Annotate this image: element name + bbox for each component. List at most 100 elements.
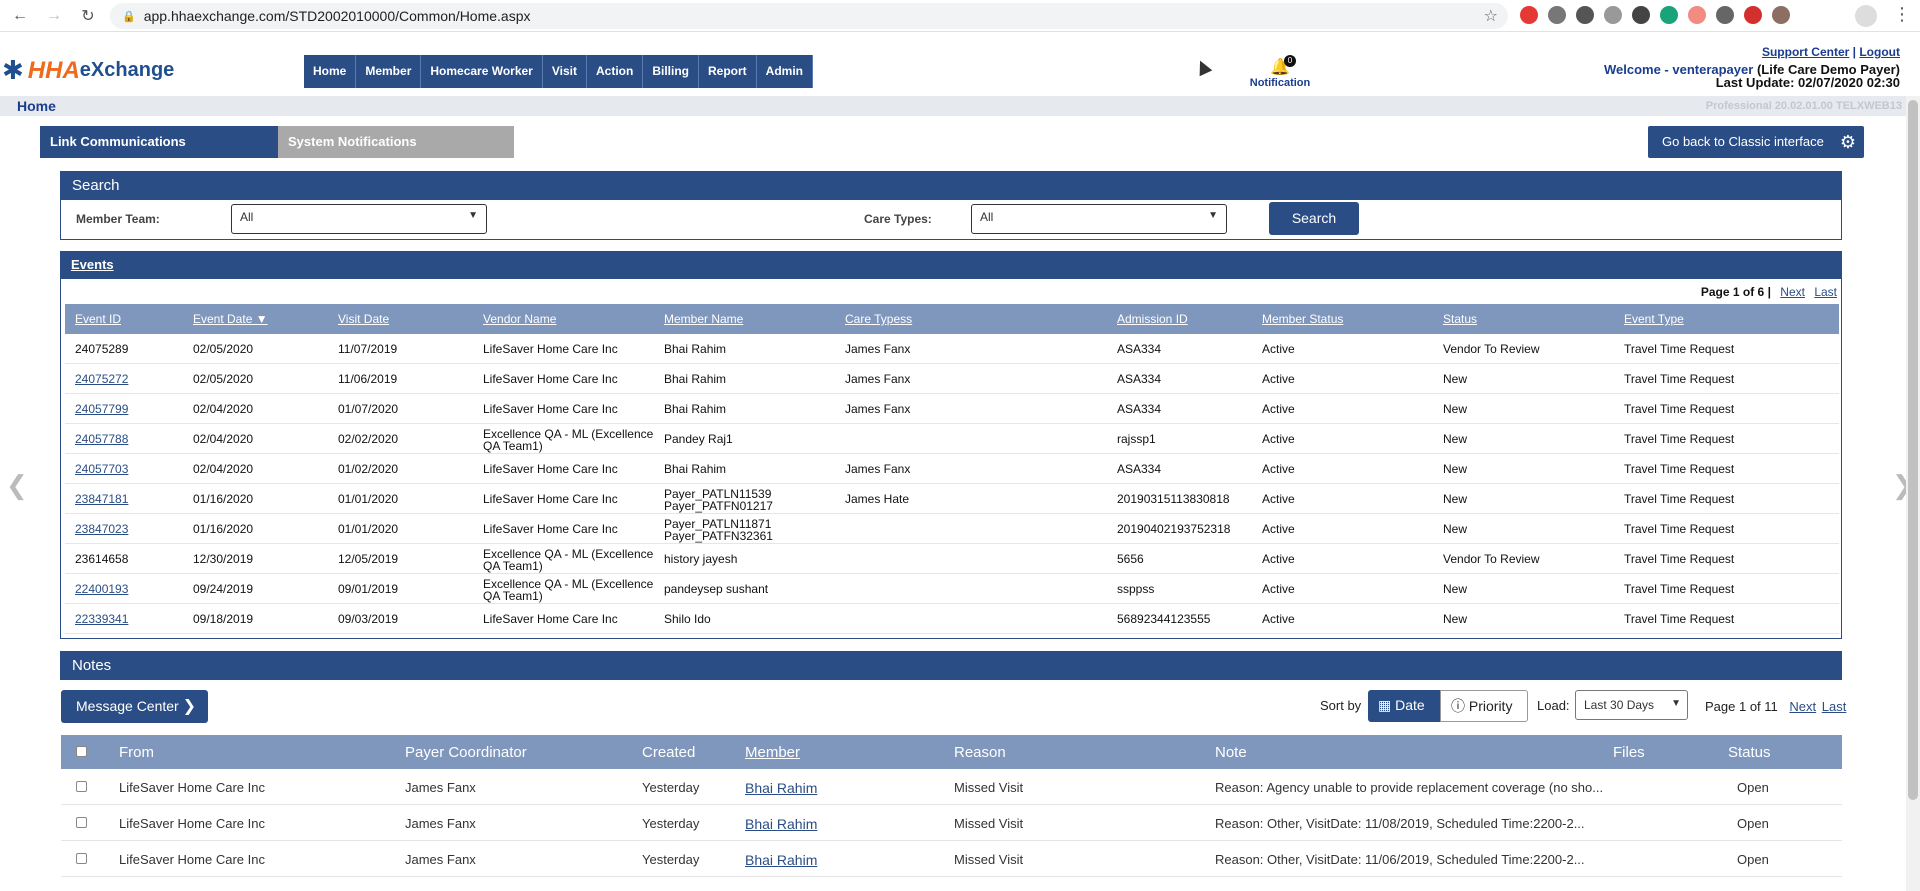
extension-pink-icon[interactable] — [1688, 6, 1706, 24]
col-vendor-name[interactable]: Vendor Name — [483, 312, 556, 326]
note-coord: James Fanx — [405, 852, 476, 867]
member-team-select[interactable]: All ▼ — [231, 204, 487, 234]
breadcrumb: Home Professional 20.02.01.00 TELXWEB13 — [0, 96, 1920, 116]
extension-recycle-icon[interactable] — [1548, 6, 1566, 24]
col-event-date[interactable]: Event Date ▼ — [193, 312, 268, 326]
events-title-link[interactable]: Events — [71, 257, 114, 272]
hhaexchange-logo[interactable]: ✱ HHA eXchange — [2, 55, 174, 86]
forward-arrow-icon[interactable]: → — [40, 2, 68, 30]
nav-action[interactable]: Action — [587, 55, 644, 88]
cell-id-text[interactable]: 24057788 — [75, 432, 128, 446]
col-member-name[interactable]: Member Name — [664, 312, 743, 326]
extension-red2-icon[interactable] — [1744, 6, 1762, 24]
classic-interface-button[interactable]: Go back to Classic interface ⚙ — [1648, 126, 1864, 158]
nav-homecare-worker[interactable]: Homecare Worker — [421, 55, 543, 88]
support-center-link[interactable]: Support Center — [1762, 45, 1849, 59]
search-button[interactable]: Search — [1269, 202, 1359, 235]
events-last-link[interactable]: Last — [1814, 285, 1837, 299]
table-row[interactable]: 22339341 09/18/2019 09/03/2019 LifeSaver Ho… — [65, 604, 1839, 634]
nav-admin[interactable]: Admin — [757, 55, 814, 88]
row-checkbox[interactable] — [76, 817, 87, 828]
col-event-type[interactable]: Event Type — [1624, 312, 1684, 326]
table-row[interactable]: 23614658 12/30/2019 12/05/2019 Excellence Q… — [65, 544, 1839, 574]
cell-status: New — [1443, 403, 1467, 415]
extension-w-icon[interactable] — [1576, 6, 1594, 24]
cell-type-text: Travel Time Request — [1624, 522, 1735, 536]
tab-link-communications[interactable]: Link Communications — [40, 126, 278, 158]
notes-last-link[interactable]: Last — [1822, 699, 1847, 714]
notes-col-member[interactable]: Member — [745, 744, 800, 761]
cell-vendor-line2: QA Team1) — [483, 439, 543, 453]
cell-type-text: Travel Time Request — [1624, 432, 1735, 446]
col-status[interactable]: Status — [1443, 312, 1477, 326]
nav-member[interactable]: Member — [356, 55, 422, 88]
notification-button[interactable]: 🔔 0 Notification — [1248, 55, 1312, 89]
table-row[interactable]: 22400193 09/24/2019 09/01/2019 Excellence Q… — [65, 574, 1839, 604]
reload-icon[interactable]: ↻ — [74, 2, 102, 30]
notes-panel-title: Notes — [60, 651, 1842, 680]
load-value: Last 30 Days — [1584, 698, 1655, 712]
note-member[interactable]: Bhai Rahim — [745, 852, 817, 868]
profile-avatar[interactable] — [1855, 5, 1877, 27]
logo-exchange-text: eXchange — [79, 59, 175, 81]
lock-icon: 🔒 — [122, 10, 136, 23]
col-admission-id[interactable]: Admission ID — [1117, 312, 1188, 326]
address-bar[interactable]: 🔒 app.hhaexchange.com/STD2002010000/Comm… — [110, 3, 1508, 29]
col-visit-date[interactable]: Visit Date — [338, 312, 389, 326]
table-row[interactable]: 23847023 01/16/2020 01/01/2020 LifeSaver Ho… — [65, 514, 1839, 544]
bookmark-star-icon[interactable]: ☆ — [1484, 6, 1498, 26]
table-row[interactable]: 24075289 02/05/2020 11/07/2019 LifeSaver Ho… — [65, 334, 1839, 364]
table-row[interactable]: 24057788 02/04/2020 02/02/2020 Excellence Q… — [65, 424, 1839, 454]
nav-home[interactable]: Home — [304, 55, 357, 88]
extension-circle-icon[interactable] — [1632, 6, 1650, 24]
extension-m-icon[interactable] — [1660, 6, 1678, 24]
cell-id: 24057703 — [75, 463, 128, 475]
extension-camera-icon[interactable] — [1604, 6, 1622, 24]
message-center-button[interactable]: Message Center ❯ — [61, 690, 208, 723]
sort-priority-button[interactable]: ⓘ Priority — [1440, 690, 1528, 722]
table-row[interactable]: 24075272 02/05/2020 11/06/2019 LifeSaver Ho… — [65, 364, 1839, 394]
cell-id-text[interactable]: 24057799 — [75, 402, 128, 416]
list-item[interactable]: LifeSaver Home Care Inc James Fanx Yesterd… — [61, 805, 1842, 841]
nav-visit[interactable]: Visit — [543, 55, 587, 88]
notes-next-link[interactable]: Next — [1789, 699, 1816, 714]
cell-id-text[interactable]: 22339341 — [75, 612, 128, 626]
sort-date-button[interactable]: ▦ Date — [1368, 690, 1440, 722]
row-checkbox[interactable] — [76, 781, 87, 792]
load-select[interactable]: Last 30 Days ▼ — [1575, 690, 1688, 720]
cell-id-text[interactable]: 24075272 — [75, 372, 128, 386]
note-member[interactable]: Bhai Rahim — [745, 780, 817, 796]
cell-type: Travel Time Request — [1624, 343, 1734, 355]
table-row[interactable]: 24057703 02/04/2020 01/02/2020 LifeSaver Ho… — [65, 454, 1839, 484]
extension-screen-icon[interactable] — [1716, 6, 1734, 24]
row-checkbox[interactable] — [76, 853, 87, 864]
nav-report[interactable]: Report — [699, 55, 757, 88]
col-event-id[interactable]: Event ID — [75, 312, 121, 326]
note-member[interactable]: Bhai Rahim — [745, 816, 817, 832]
cell-id-text[interactable]: 24057703 — [75, 462, 128, 476]
extension-red-icon[interactable] — [1520, 6, 1538, 24]
care-types-select[interactable]: All ▼ — [971, 204, 1227, 234]
page-scrollbar-thumb[interactable] — [1908, 100, 1918, 800]
col-member-status[interactable]: Member Status — [1262, 312, 1343, 326]
table-row[interactable]: 23847181 01/16/2020 01/01/2020 LifeSaver Ho… — [65, 484, 1839, 514]
cell-id-text[interactable]: 23847181 — [75, 492, 128, 506]
table-row[interactable]: 24057799 02/04/2020 01/07/2020 LifeSaver Ho… — [65, 394, 1839, 424]
cell-status: Vendor To Review — [1443, 343, 1540, 355]
cell-status-text: New — [1443, 612, 1468, 626]
tab-system-notifications[interactable]: System Notifications — [278, 126, 514, 158]
events-next-link[interactable]: Next — [1780, 285, 1805, 299]
nav-billing[interactable]: Billing — [643, 55, 699, 88]
left-carousel-arrow-icon[interactable]: ❮ — [6, 470, 28, 501]
back-arrow-icon[interactable]: ← — [6, 2, 34, 30]
cell-id-text[interactable]: 22400193 — [75, 582, 128, 596]
list-item[interactable]: LifeSaver Home Care Inc James Fanx Yesterd… — [61, 841, 1842, 877]
list-item[interactable]: LifeSaver Home Care Inc James Fanx Yesterd… — [61, 769, 1842, 805]
extension-avatar-icon[interactable] — [1772, 6, 1790, 24]
browser-menu-icon[interactable]: ⋮ — [1893, 4, 1911, 25]
cell-mstatus-text: Active — [1262, 342, 1295, 356]
logout-link[interactable]: Logout — [1859, 45, 1900, 59]
col-care-types[interactable]: Care Typess — [845, 312, 912, 326]
select-all-checkbox[interactable] — [76, 746, 87, 757]
cell-id-text[interactable]: 23847023 — [75, 522, 128, 536]
